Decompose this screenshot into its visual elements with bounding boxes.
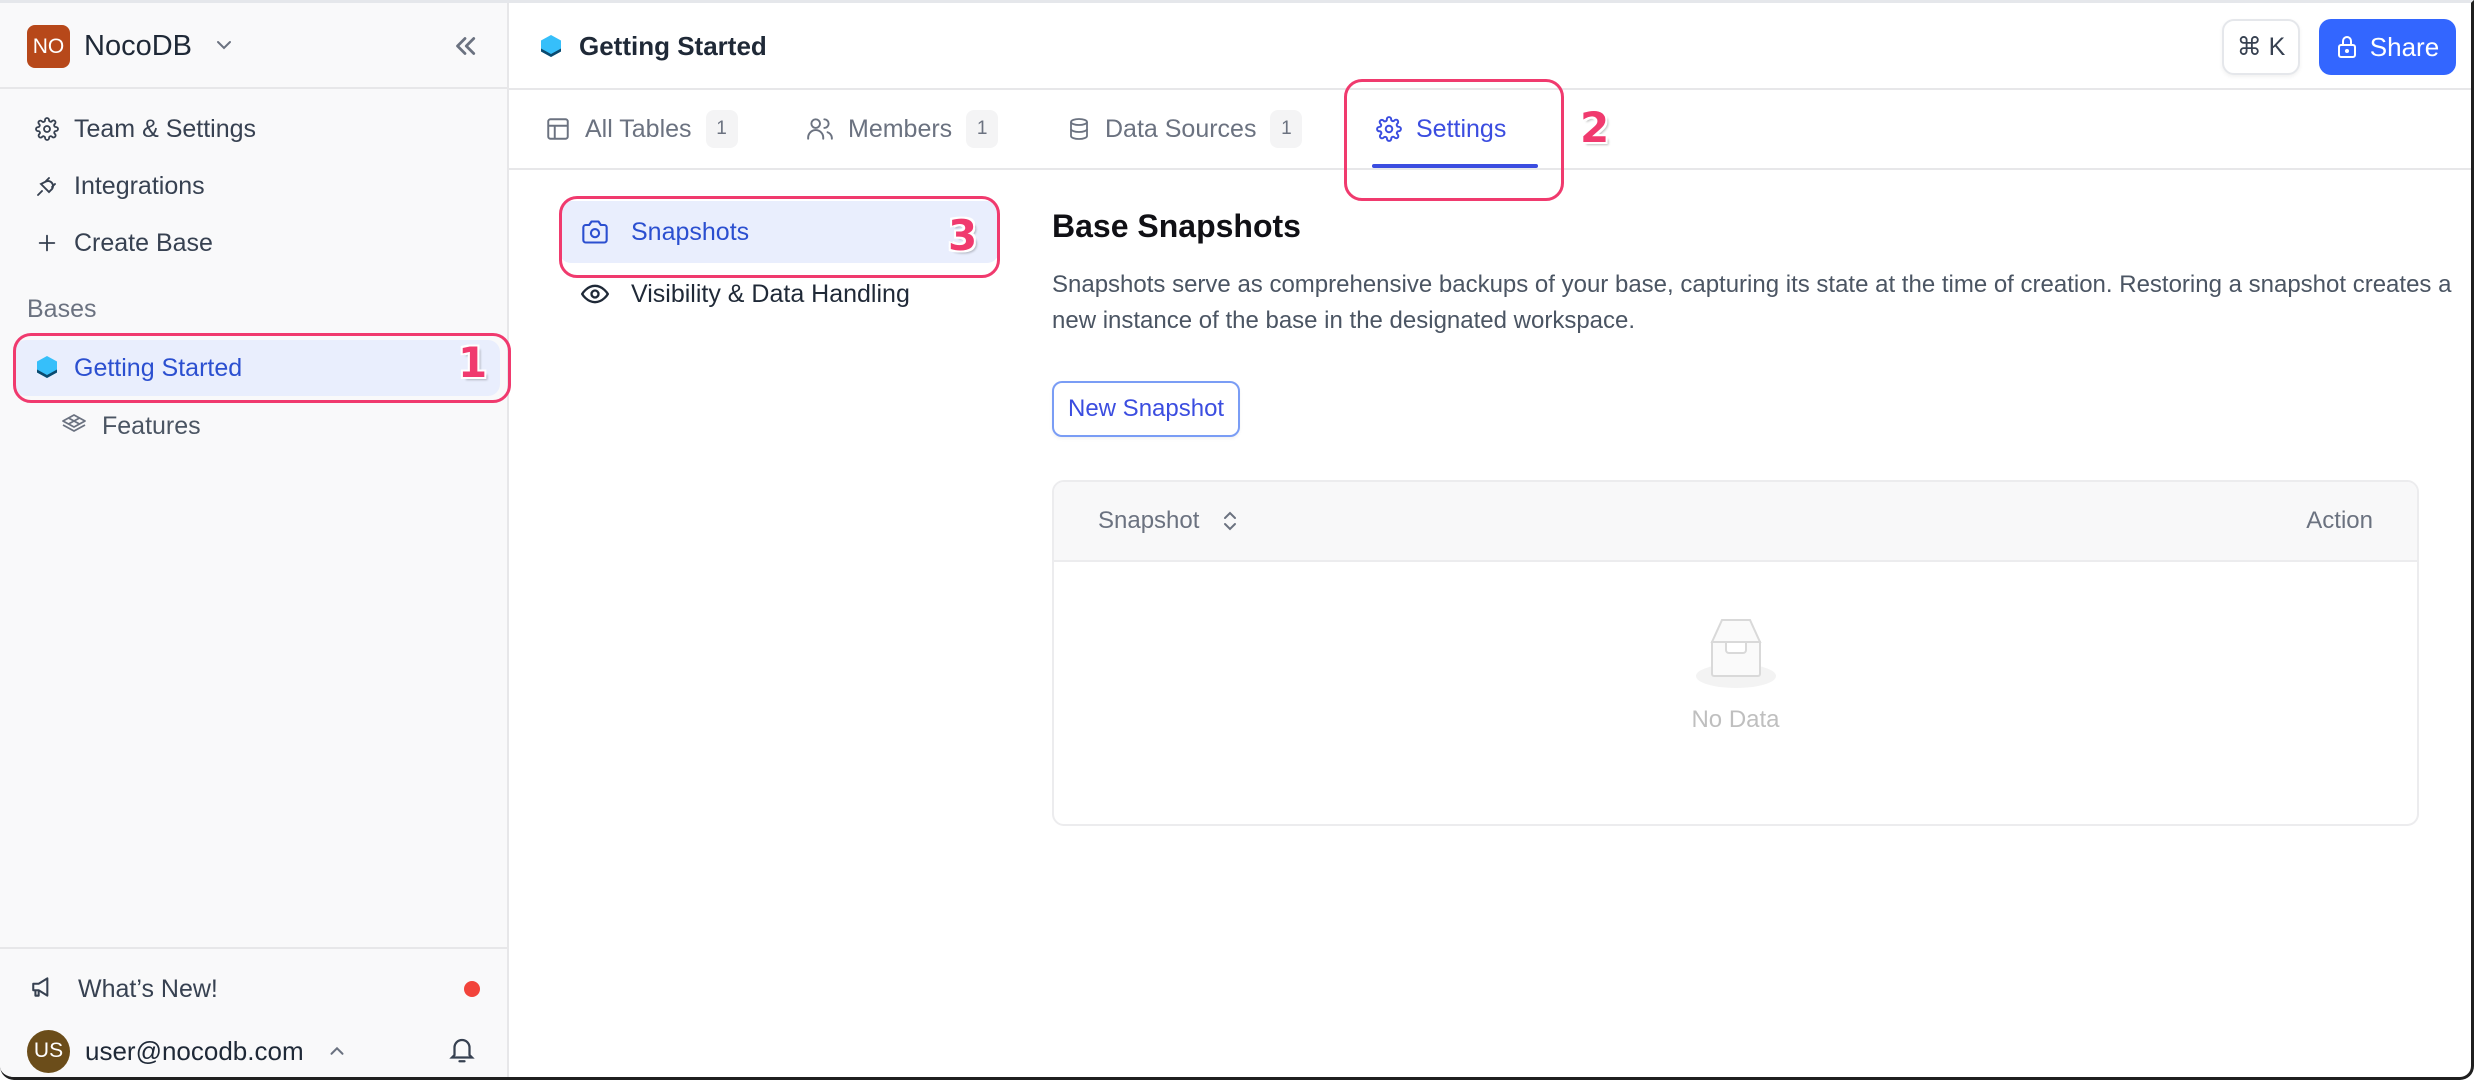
annotation-number-1: 1 bbox=[458, 338, 488, 387]
settings-nav-visibility[interactable]: Visibility & Data Handling bbox=[559, 263, 999, 325]
active-tab-indicator bbox=[1372, 164, 1538, 168]
megaphone-icon bbox=[30, 974, 56, 1005]
base-icon bbox=[541, 34, 561, 57]
tab-bar: All Tables 1 Members 1 Data Sources 1 Se… bbox=[509, 90, 2471, 170]
bell-icon[interactable] bbox=[447, 1035, 477, 1065]
page-title: Getting Started bbox=[579, 31, 767, 61]
tab-all-tables[interactable]: All Tables 1 bbox=[545, 90, 738, 168]
tab-count-badge: 1 bbox=[705, 110, 738, 148]
notification-dot bbox=[464, 981, 480, 997]
table-icon bbox=[547, 118, 569, 140]
sidebar-item-label: Getting Started bbox=[74, 353, 243, 382]
main-area: Getting Started ⌘ K Share All Tables 1 M… bbox=[509, 3, 2471, 1077]
table-header: Snapshot Action bbox=[1054, 482, 2417, 562]
tab-count-badge: 1 bbox=[1270, 110, 1303, 148]
table-stack-icon bbox=[60, 413, 88, 440]
snapshots-table: Snapshot Action No Data bbox=[1052, 480, 2419, 826]
column-header-action: Action bbox=[2306, 507, 2373, 534]
empty-inbox-icon bbox=[1695, 619, 1776, 688]
avatar: US bbox=[27, 1029, 70, 1073]
snapshots-panel: Base Snapshots Snapshots serve as compre… bbox=[1052, 208, 2451, 437]
topbar: Getting Started ⌘ K Share bbox=[509, 3, 2471, 90]
tab-label: Members bbox=[848, 114, 953, 143]
tab-label: Settings bbox=[1416, 114, 1507, 143]
tab-data-sources[interactable]: Data Sources 1 bbox=[1067, 90, 1303, 168]
sidebar-item-label: Create Base bbox=[74, 228, 213, 257]
tab-settings[interactable]: Settings bbox=[1362, 90, 1548, 168]
settings-nav-label: Visibility & Data Handling bbox=[631, 279, 910, 308]
app-window: NO NocoDB Team & Settings Integrations C… bbox=[0, 0, 2474, 1080]
gear-icon bbox=[1376, 116, 1402, 142]
sidebar-item-label: Integrations bbox=[74, 171, 205, 200]
workspace-name[interactable]: NocoDB bbox=[84, 30, 192, 63]
user-menu[interactable]: US user@nocodb.com bbox=[27, 1029, 477, 1073]
empty-state: No Data bbox=[1054, 612, 2417, 734]
chevron-up-icon bbox=[330, 1046, 344, 1055]
sidebar-table-features[interactable]: Features bbox=[60, 399, 201, 453]
tab-label: All Tables bbox=[585, 114, 692, 143]
whats-new-button[interactable]: What’s New! bbox=[30, 967, 480, 1011]
section-description: Snapshots serve as comprehensive backups… bbox=[1052, 271, 2452, 334]
camera-icon bbox=[582, 220, 608, 244]
empty-state-text: No Data bbox=[1691, 706, 1780, 733]
settings-nav-label: Snapshots bbox=[631, 217, 750, 246]
gear-icon bbox=[14, 117, 66, 141]
tab-members[interactable]: Members 1 bbox=[806, 90, 999, 168]
annotation-number-3: 3 bbox=[948, 211, 978, 260]
command-palette-button[interactable]: ⌘ K bbox=[2222, 19, 2300, 75]
whats-new-label: What’s New! bbox=[78, 974, 218, 1003]
share-button[interactable]: Share bbox=[2319, 19, 2456, 75]
settings-nav: Snapshots Visibility & Data Handling bbox=[559, 201, 999, 325]
user-email: user@nocodb.com bbox=[85, 1035, 304, 1066]
sidebar: NO NocoDB Team & Settings Integrations C… bbox=[0, 3, 509, 1077]
sort-icon[interactable] bbox=[1219, 507, 1241, 535]
new-snapshot-button[interactable]: New Snapshot bbox=[1052, 381, 1241, 437]
plug-icon bbox=[14, 174, 66, 198]
base-icon bbox=[14, 355, 66, 381]
workspace-avatar[interactable]: NO bbox=[27, 25, 70, 68]
column-label: Snapshot bbox=[1098, 507, 1200, 534]
sidebar-item-label: Team & Settings bbox=[74, 114, 257, 143]
sidebar-item-label: Features bbox=[102, 411, 201, 440]
sidebar-base-getting-started[interactable]: Getting Started bbox=[14, 340, 500, 396]
sidebar-item-team-settings[interactable]: Team & Settings bbox=[14, 101, 500, 157]
column-header-snapshot[interactable]: Snapshot bbox=[1098, 507, 1241, 535]
sidebar-footer: What’s New! US user@nocodb.com bbox=[0, 947, 507, 1077]
settings-nav-snapshots[interactable]: Snapshots bbox=[559, 201, 999, 263]
eye-icon bbox=[581, 284, 609, 304]
breadcrumb: Getting Started bbox=[539, 31, 767, 62]
plus-icon bbox=[14, 232, 66, 254]
database-icon bbox=[1070, 118, 1088, 140]
share-label: Share bbox=[2369, 31, 2440, 62]
bases-section-label: Bases bbox=[27, 295, 97, 323]
chevron-down-icon[interactable] bbox=[212, 33, 236, 57]
lock-icon bbox=[2337, 36, 2356, 58]
section-title: Base Snapshots bbox=[1052, 208, 1301, 244]
tab-label: Data Sources bbox=[1105, 114, 1257, 143]
workspace-header: NO NocoDB bbox=[0, 3, 507, 89]
sidebar-item-integrations[interactable]: Integrations bbox=[14, 158, 500, 214]
collapse-sidebar-icon[interactable] bbox=[450, 31, 480, 61]
users-icon bbox=[807, 118, 833, 140]
tab-count-badge: 1 bbox=[966, 110, 999, 148]
sidebar-item-create-base[interactable]: Create Base bbox=[14, 215, 500, 271]
annotation-number-2: 2 bbox=[1580, 103, 1610, 152]
